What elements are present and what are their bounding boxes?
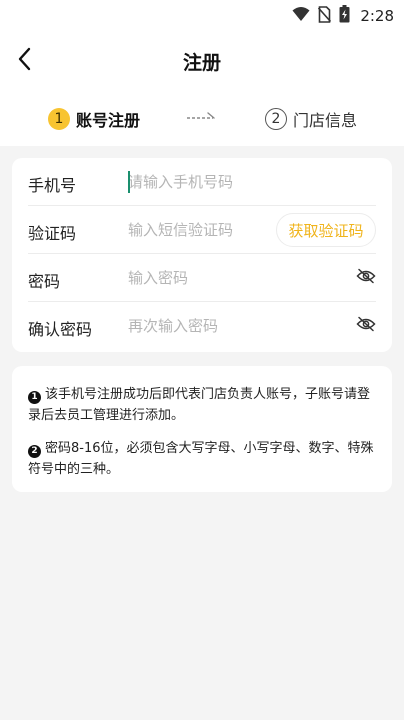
password-label: 密码: [28, 272, 61, 291]
note-number: 1: [28, 391, 41, 404]
get-verification-code-button[interactable]: 获取验证码: [276, 213, 376, 247]
page-title: 注册: [182, 52, 221, 74]
confirm-password-visibility-toggle[interactable]: [354, 315, 378, 337]
note-item: 2 密码8-16位，必须包含大写字母、小写字母、数字、特殊符号中的三种。: [28, 438, 376, 480]
note-number: 2: [28, 445, 41, 458]
register-screen: 2:28 注册 1 账号注册 2 门店信息 手机号 请输入手机号码 验证码 输入…: [0, 0, 404, 720]
register-form: 手机号 验证码 获取验证码 密码: [12, 158, 392, 352]
confirm-password-input[interactable]: [128, 312, 328, 340]
password-row: 密码: [12, 254, 392, 302]
registration-notes: 1 该手机号注册成功后即代表门店负责人账号，子账号请登录后去员工管理进行添加。 2…: [12, 366, 392, 492]
confirm-password-label: 确认密码: [28, 320, 93, 339]
phone-row: 手机号: [12, 158, 392, 206]
note-text: 密码8-16位，必须包含大写字母、小写字母、数字、特殊符号中的三种。: [28, 441, 374, 477]
phone-label: 手机号: [28, 176, 77, 195]
step-label-2: 门店信息: [293, 111, 358, 130]
status-icons: 2:28: [292, 5, 394, 27]
step-number-2: 2: [265, 108, 287, 130]
phone-input[interactable]: [128, 168, 358, 196]
arrow-right-icon: [186, 108, 216, 127]
verification-code-input[interactable]: [128, 216, 268, 244]
battery-icon: [339, 5, 350, 27]
step-number-1: 1: [48, 108, 70, 130]
step-account-registration: 1 账号注册: [48, 106, 140, 132]
password-input[interactable]: [128, 264, 328, 292]
note-text: 该手机号注册成功后即代表门店负责人账号，子账号请登录后去员工管理进行添加。: [28, 387, 371, 423]
confirm-password-row: 确认密码: [12, 302, 392, 350]
eye-off-icon: [356, 268, 376, 288]
status-time: 2:28: [360, 7, 394, 25]
eye-off-icon: [356, 316, 376, 336]
no-sim-icon: [318, 5, 332, 27]
step-store-info: 2 门店信息: [265, 106, 357, 132]
note-item: 1 该手机号注册成功后即代表门店负责人账号，子账号请登录后去员工管理进行添加。: [28, 384, 376, 426]
status-bar: 2:28: [0, 0, 404, 32]
verification-code-label: 验证码: [28, 224, 77, 243]
header: 注册: [0, 32, 404, 90]
step-label-1: 账号注册: [76, 111, 141, 130]
verification-code-row: 验证码 获取验证码: [12, 206, 392, 254]
text-cursor: [128, 171, 130, 193]
password-visibility-toggle[interactable]: [354, 267, 378, 289]
wifi-icon: [292, 6, 310, 26]
